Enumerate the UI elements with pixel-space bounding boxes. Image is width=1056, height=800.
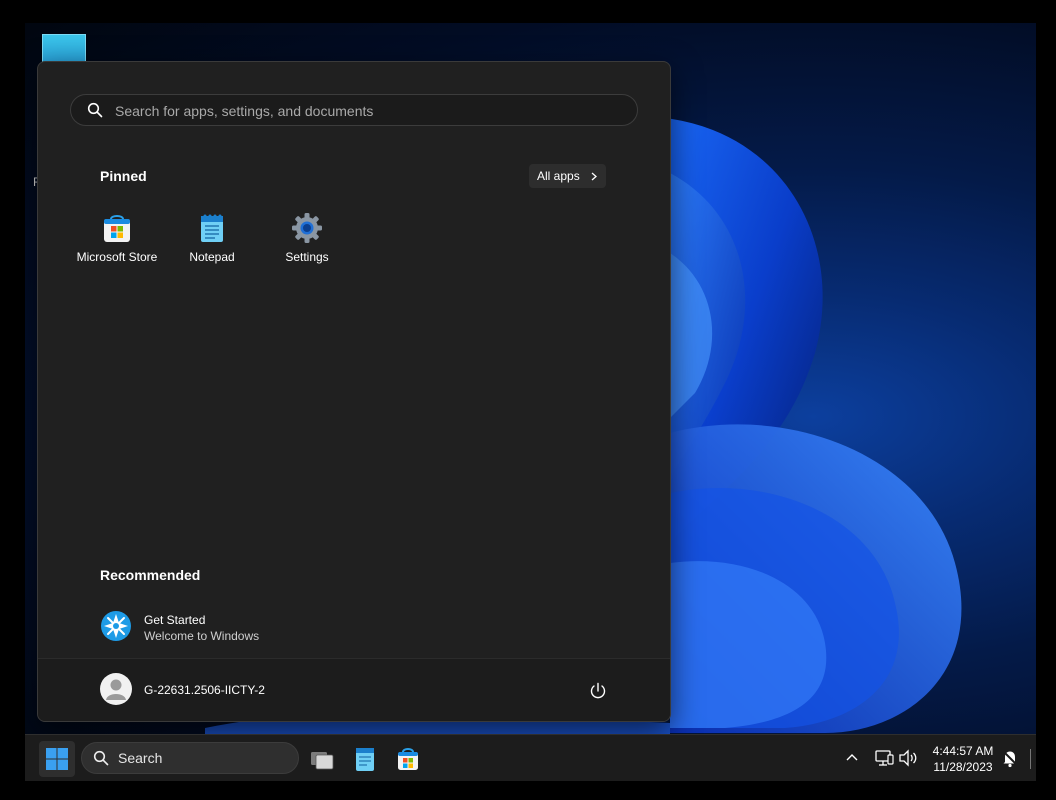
taskbar: Search 4:44:57 AM 11/28/2023 [25,734,1036,781]
volume-icon[interactable] [896,746,920,770]
taskbar-clock[interactable]: 4:44:57 AM 11/28/2023 [921,743,1005,775]
start-search-box[interactable] [70,94,638,126]
network-icon[interactable] [872,746,896,770]
pinned-app-notepad[interactable]: Notepad [165,210,259,270]
chevron-up-icon[interactable] [840,746,864,770]
all-apps-label: All apps [537,169,580,183]
pinned-app-label: Settings [285,250,329,264]
search-icon [93,750,109,766]
start-menu: Pinned All apps Microsoft Store Notepad [37,61,671,722]
start-search-input[interactable] [113,100,617,122]
all-apps-button[interactable]: All apps [529,164,606,188]
recommended-title: Recommended [100,567,201,583]
taskbar-search-box[interactable]: Search [81,742,299,774]
power-icon[interactable] [588,681,608,701]
recommended-item-get-started[interactable]: Get Started Welcome to Windows [100,610,360,646]
notification-icon[interactable] [998,746,1022,770]
search-icon [87,102,103,118]
start-footer: G-22631.2506-IICTY-2 [38,658,670,721]
windows-logo-icon [46,748,68,770]
show-desktop-divider[interactable] [1030,749,1031,769]
notepad-icon [201,214,223,242]
avatar [100,673,132,705]
clock-time: 4:44:57 AM [932,744,994,758]
get-started-icon [101,611,131,641]
task-view-icon[interactable] [306,743,338,775]
chevron-right-icon [591,172,597,181]
microsoft-store-icon [104,215,130,242]
pinned-title: Pinned [100,168,147,184]
start-button[interactable] [39,741,75,777]
notepad-icon[interactable] [349,743,381,775]
taskbar-search-label: Search [118,750,163,766]
clock-date: 11/28/2023 [933,760,993,774]
recommended-item-subtitle: Welcome to Windows [144,629,260,643]
microsoft-store-icon[interactable] [392,743,424,775]
settings-gear-icon [292,213,322,243]
pinned-app-microsoft-store[interactable]: Microsoft Store [70,210,164,270]
recommended-item-title: Get Started [144,613,206,627]
user-icon [106,679,126,700]
username: G-22631.2506-IICTY-2 [144,683,265,697]
pinned-app-settings[interactable]: Settings [260,210,354,270]
